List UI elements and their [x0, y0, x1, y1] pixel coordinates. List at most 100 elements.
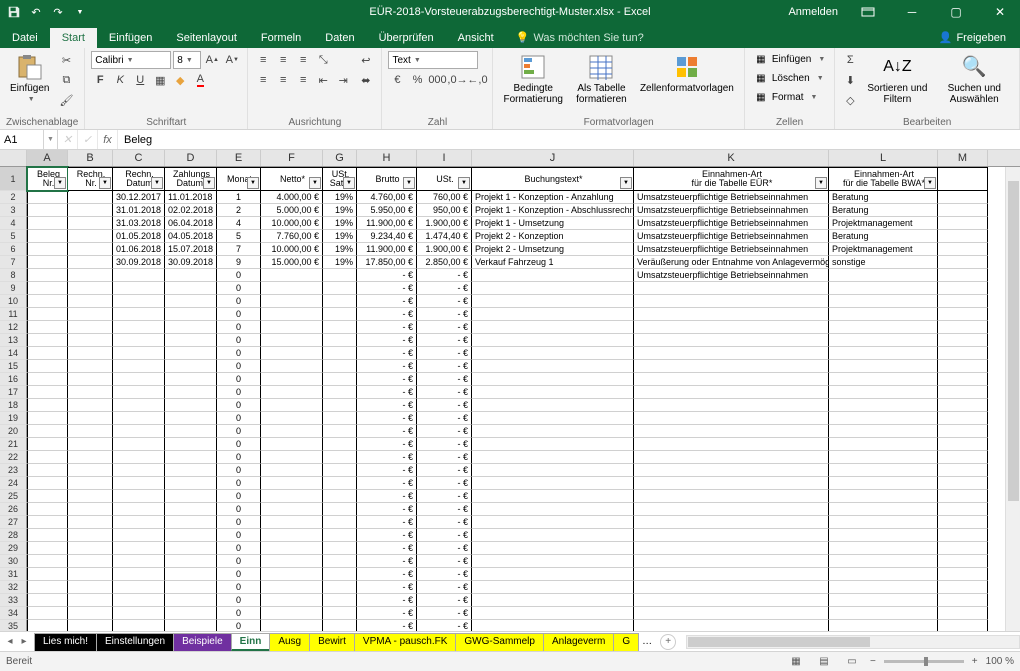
align-center-icon[interactable]: ≡	[274, 71, 292, 89]
cell[interactable]: 0	[217, 503, 261, 516]
cell[interactable]	[68, 516, 113, 529]
cell[interactable]	[938, 204, 988, 217]
cell[interactable]	[323, 503, 357, 516]
cell[interactable]	[634, 451, 829, 464]
cell[interactable]	[68, 568, 113, 581]
cell[interactable]	[634, 555, 829, 568]
align-top-icon[interactable]: ≡	[254, 51, 272, 69]
cell[interactable]	[261, 334, 323, 347]
col-header-M[interactable]: M	[938, 150, 988, 166]
cell[interactable]	[68, 620, 113, 631]
cell[interactable]	[165, 516, 217, 529]
cell[interactable]: - €	[357, 425, 417, 438]
cell[interactable]: 0	[217, 412, 261, 425]
enter-fx-icon[interactable]: ✓	[78, 130, 98, 149]
cell[interactable]	[27, 256, 68, 269]
cell[interactable]	[27, 373, 68, 386]
tell-me-search[interactable]: 💡 Was möchten Sie tun?	[506, 27, 654, 48]
cell[interactable]: - €	[357, 490, 417, 503]
col-header-B[interactable]: B	[68, 150, 113, 166]
cell[interactable]	[113, 451, 165, 464]
cell[interactable]: Umsatzsteuerpflichtige Betriebseinnahmen	[634, 217, 829, 230]
sheet-nav-prev-icon[interactable]: ◂	[4, 636, 16, 647]
cell[interactable]	[27, 230, 68, 243]
table-header[interactable]: Brutto▼	[357, 167, 417, 191]
cell[interactable]: - €	[357, 334, 417, 347]
indent-dec-icon[interactable]: ⇤	[314, 71, 332, 89]
cell[interactable]: 4	[217, 217, 261, 230]
col-header-G[interactable]: G	[323, 150, 357, 166]
cell[interactable]: Projekt 2 - Umsetzung	[472, 243, 634, 256]
cell[interactable]: - €	[417, 607, 472, 620]
cell[interactable]	[261, 373, 323, 386]
cell[interactable]	[938, 269, 988, 282]
cell[interactable]: - €	[357, 555, 417, 568]
cell[interactable]: 19%	[323, 230, 357, 243]
underline-icon[interactable]: U	[131, 71, 149, 89]
dec-decimal-icon[interactable]: ←,0	[468, 71, 486, 89]
cell[interactable]	[68, 490, 113, 503]
cell[interactable]: - €	[417, 269, 472, 282]
cell[interactable]	[261, 568, 323, 581]
row-header-31[interactable]: 31	[0, 568, 27, 581]
cell[interactable]	[113, 399, 165, 412]
cell[interactable]	[829, 321, 938, 334]
cell[interactable]	[68, 542, 113, 555]
cell[interactable]: 9	[217, 256, 261, 269]
cell[interactable]	[323, 308, 357, 321]
cell[interactable]: 0	[217, 295, 261, 308]
cell[interactable]	[113, 295, 165, 308]
filter-icon[interactable]: ▼	[54, 177, 66, 189]
cell[interactable]: 19%	[323, 204, 357, 217]
sign-in-link[interactable]: Anmelden	[788, 6, 838, 18]
cell[interactable]: 5.000,00 €	[261, 204, 323, 217]
cell[interactable]: 0	[217, 555, 261, 568]
cell[interactable]	[829, 295, 938, 308]
decrease-font-icon[interactable]: A▼	[223, 51, 241, 69]
cell[interactable]	[261, 594, 323, 607]
cell[interactable]: - €	[417, 308, 472, 321]
cell[interactable]	[165, 360, 217, 373]
table-header[interactable]: USt. Satz*▼	[323, 167, 357, 191]
cell[interactable]	[323, 386, 357, 399]
cell[interactable]	[829, 542, 938, 555]
cell[interactable]	[323, 490, 357, 503]
cell[interactable]	[323, 620, 357, 631]
table-header[interactable]: Einnahmen-Art für die Tabelle EÜR*▼	[634, 167, 829, 191]
table-header[interactable]	[938, 167, 988, 191]
share-button[interactable]: 👤 Freigeben	[925, 27, 1020, 48]
cut-icon[interactable]: ✂	[57, 51, 75, 69]
cell[interactable]	[68, 373, 113, 386]
filter-icon[interactable]: ▼	[99, 177, 111, 189]
row-header-4[interactable]: 4	[0, 217, 27, 230]
cell[interactable]	[68, 269, 113, 282]
cell[interactable]	[938, 386, 988, 399]
cell[interactable]	[938, 490, 988, 503]
cell[interactable]	[634, 464, 829, 477]
cell[interactable]	[472, 542, 634, 555]
cell[interactable]	[165, 542, 217, 555]
align-middle-icon[interactable]: ≡	[274, 51, 292, 69]
cell[interactable]: - €	[357, 373, 417, 386]
cell[interactable]	[27, 321, 68, 334]
cell[interactable]	[113, 269, 165, 282]
cell[interactable]	[165, 451, 217, 464]
cell[interactable]: Projekt 1 - Umsetzung	[472, 217, 634, 230]
vertical-scrollbar[interactable]	[1005, 167, 1020, 631]
cell[interactable]	[113, 568, 165, 581]
cell[interactable]	[68, 425, 113, 438]
cell[interactable]: 7.760,00 €	[261, 230, 323, 243]
cell[interactable]: - €	[357, 503, 417, 516]
cell[interactable]	[472, 321, 634, 334]
cell[interactable]: 1	[217, 191, 261, 204]
cell[interactable]	[27, 399, 68, 412]
select-all-corner[interactable]	[0, 150, 27, 166]
cell[interactable]	[634, 308, 829, 321]
cell[interactable]	[113, 282, 165, 295]
cell[interactable]: 0	[217, 438, 261, 451]
cell[interactable]	[829, 607, 938, 620]
cell[interactable]	[113, 464, 165, 477]
bold-icon[interactable]: F	[91, 71, 109, 89]
cell[interactable]	[261, 269, 323, 282]
cell[interactable]: 0	[217, 360, 261, 373]
